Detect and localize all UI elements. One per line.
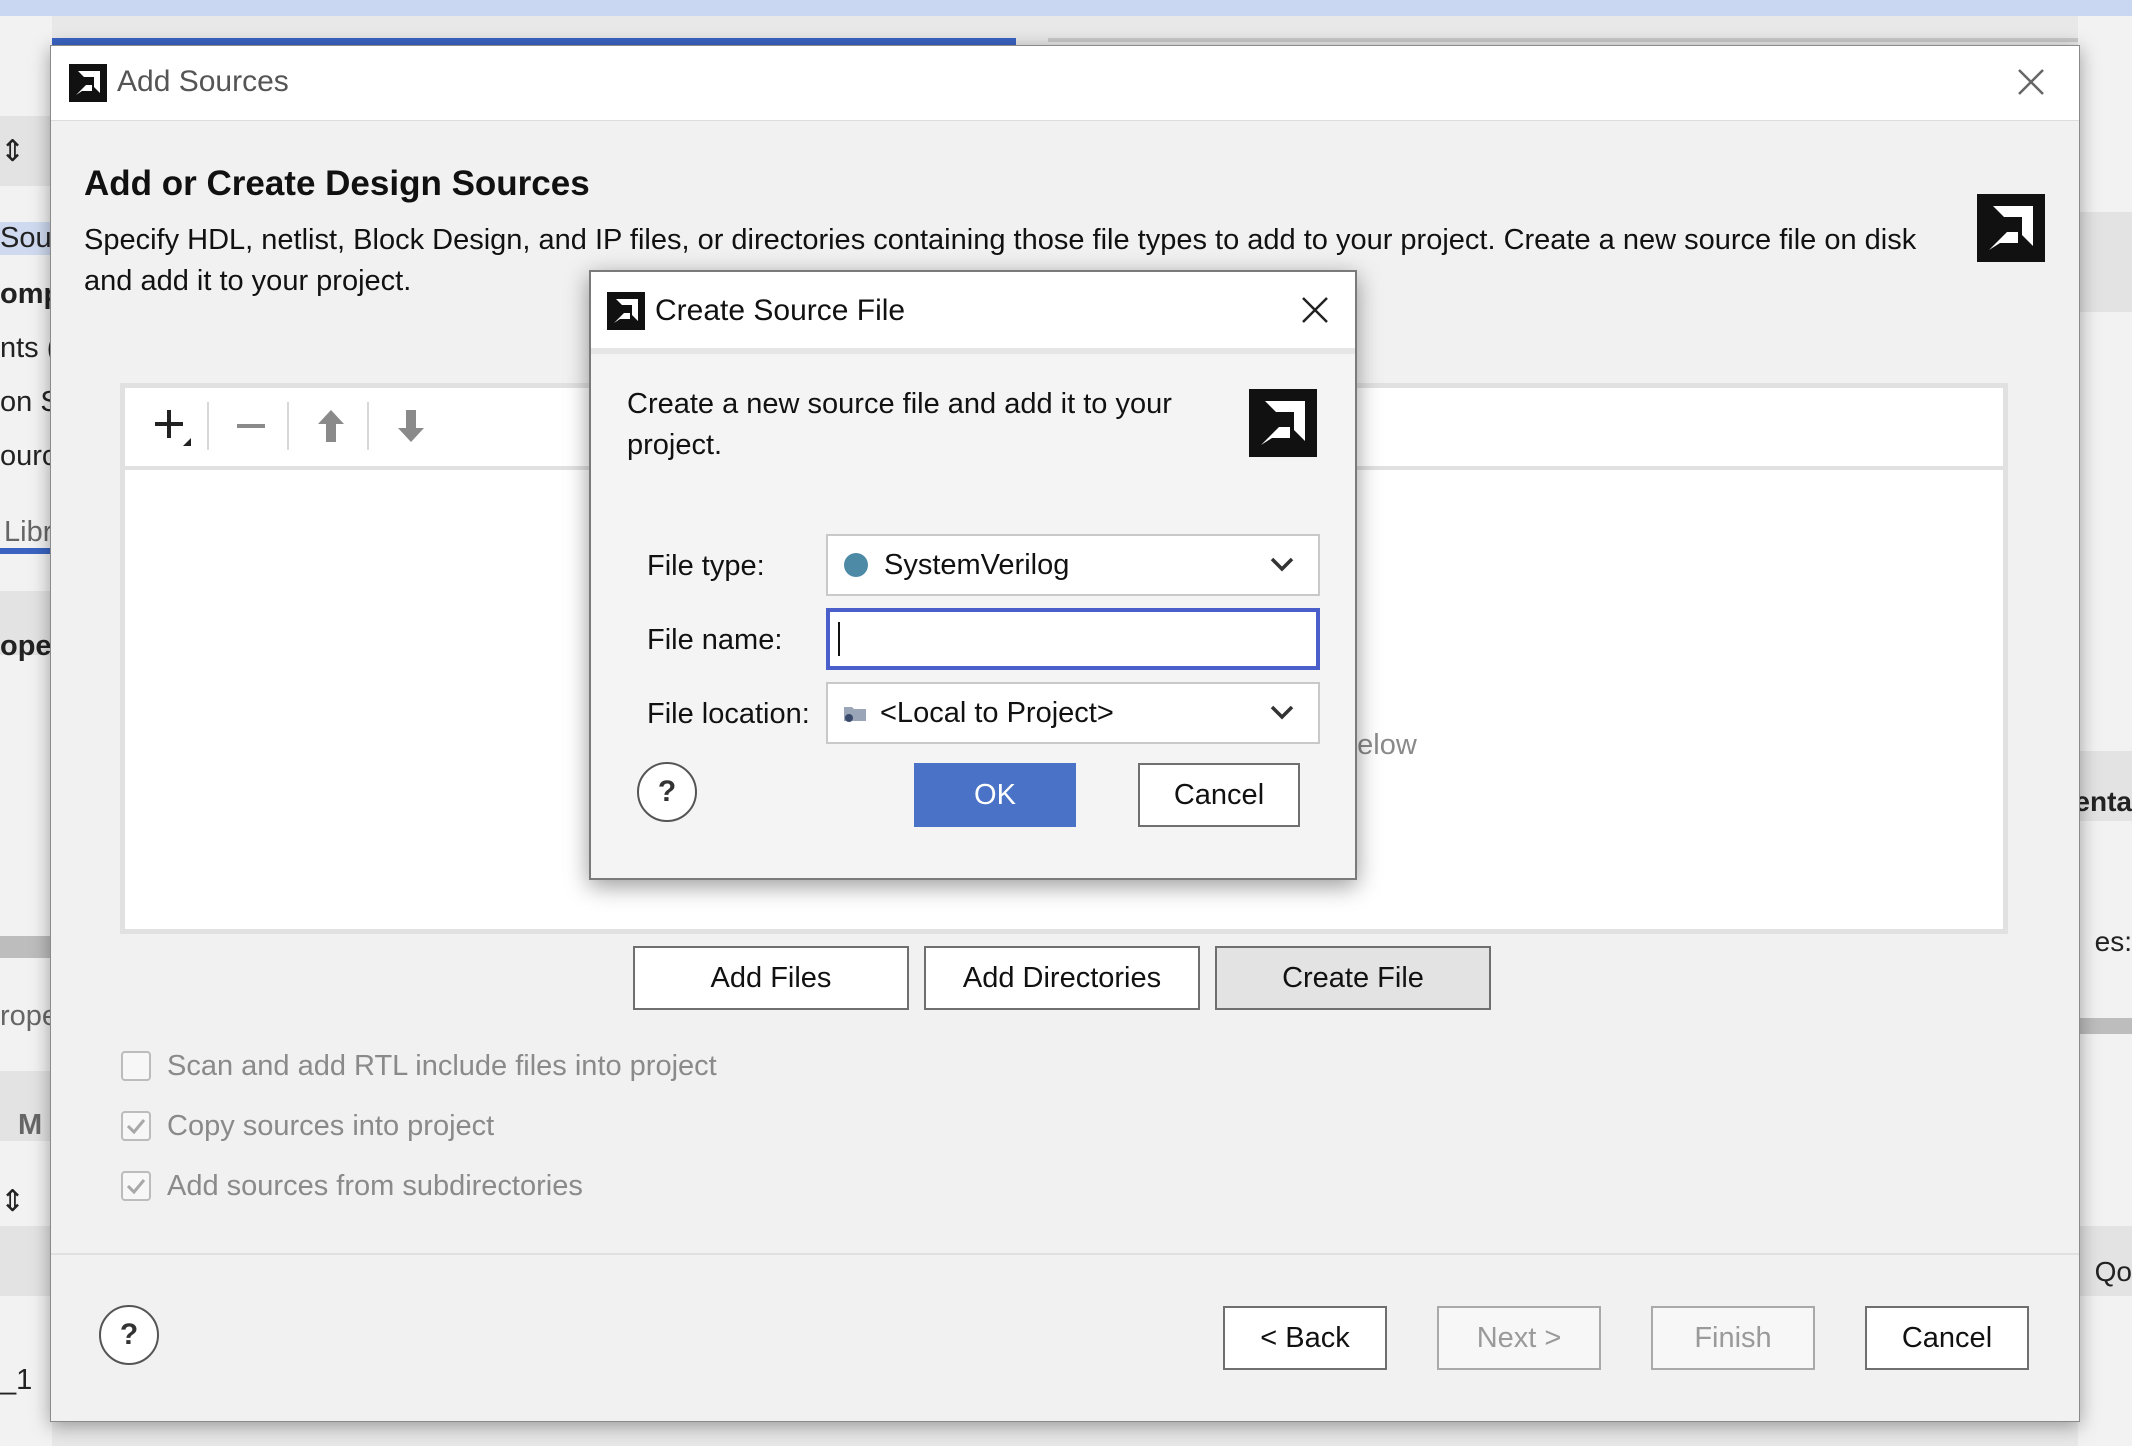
modal-description: Create a new source file and add it to y… [627, 388, 1172, 461]
file-name-label: File name: [647, 624, 783, 656]
close-button[interactable] [2009, 60, 2053, 104]
checkmark-icon [126, 1119, 146, 1135]
toolbar-divider [367, 402, 369, 450]
add-files-button[interactable]: Add Files [633, 946, 909, 1010]
bg-text: _1 [0, 1364, 33, 1396]
bg-text: omp [0, 278, 52, 310]
option-label: Add sources from subdirectories [167, 1169, 583, 1202]
add-directories-button[interactable]: Add Directories [924, 946, 1200, 1010]
systemverilog-icon [844, 553, 868, 577]
bg-collapse-icon: ⇕ [0, 135, 26, 168]
move-down-button[interactable] [381, 400, 441, 452]
file-type-select[interactable]: SystemVerilog [826, 534, 1320, 596]
chevron-down-icon [1270, 557, 1294, 572]
bg-tab-libraries[interactable]: Libr [4, 516, 52, 549]
checkmark-icon [126, 1179, 146, 1195]
cancel-button[interactable]: Cancel [1865, 1306, 2029, 1370]
footer-divider [51, 1253, 2079, 1255]
help-button[interactable]: ? [99, 1305, 159, 1365]
bg-scrollbar[interactable] [0, 936, 52, 958]
bg-text: Qo [2094, 1256, 2132, 1287]
file-location-value: <Local to Project> [880, 696, 1114, 729]
app-progress-track [1048, 38, 2078, 42]
bg-text: M [18, 1109, 43, 1141]
brand-logo-icon [1249, 389, 1317, 457]
close-icon [2018, 69, 2044, 95]
arrow-down-icon [398, 410, 424, 442]
bg-text: nts ( [0, 332, 52, 364]
bg-properties-header: oper [0, 630, 52, 662]
file-location-select[interactable]: <Local to Project> [826, 682, 1320, 744]
toolbar-divider [207, 402, 209, 450]
option-label: Copy sources into project [167, 1109, 495, 1142]
move-up-button[interactable] [301, 400, 361, 452]
bg-header [0, 1226, 52, 1296]
background-right-panel: enta es: Qo [2078, 16, 2132, 1446]
text-cursor [838, 622, 840, 656]
dialog-titlebar[interactable]: Add Sources [51, 46, 2079, 121]
option-label: Scan and add RTL include files into proj… [167, 1049, 717, 1082]
modal-close-button[interactable] [1293, 288, 1337, 332]
next-button[interactable]: Next > [1437, 1306, 1601, 1370]
bg-scrollbar[interactable] [2078, 1018, 2132, 1034]
bg-text: enta [2078, 786, 2132, 817]
brand-logo-icon [1977, 194, 2045, 262]
file-location-label: File location: [647, 698, 810, 730]
bg-text: es: [2094, 926, 2132, 957]
create-source-file-dialog: Create Source File Create a new source f… [589, 270, 1357, 880]
chevron-down-icon [1270, 705, 1294, 720]
app-top-strip [0, 0, 2132, 16]
add-source-button[interactable] [141, 400, 201, 452]
create-file-button[interactable]: Create File [1215, 946, 1491, 1010]
plus-icon [155, 410, 191, 446]
option-scan-rtl[interactable]: Scan and add RTL include files into proj… [121, 1046, 717, 1086]
option-copy-sources[interactable]: Copy sources into project [121, 1106, 494, 1146]
option-add-subdirectories[interactable]: Add sources from subdirectories [121, 1166, 583, 1206]
bg-text: on S [0, 386, 52, 418]
app-progress-bar [0, 38, 1016, 45]
bg-text: ourc [0, 440, 52, 472]
app-logo-icon [607, 292, 645, 330]
toolbar-divider [287, 402, 289, 450]
file-type-value: SystemVerilog [884, 548, 1070, 581]
modal-title: Create Source File [655, 294, 906, 327]
modal-help-button[interactable]: ? [637, 762, 697, 822]
minus-icon [237, 424, 265, 428]
back-button[interactable]: < Back [1223, 1306, 1387, 1370]
modal-cancel-button[interactable]: Cancel [1138, 763, 1300, 827]
ok-button[interactable]: OK [914, 763, 1076, 827]
bg-text: rope [0, 1000, 52, 1032]
folder-icon [844, 707, 866, 722]
remove-source-button[interactable] [221, 400, 281, 452]
app-logo-icon [69, 64, 107, 102]
background-left-panel: ⇕ Sour omp nts ( on S ourc Libr oper rop… [0, 16, 52, 1446]
checkbox[interactable] [121, 1111, 151, 1141]
file-type-label: File type: [647, 550, 765, 582]
page-heading: Add or Create Design Sources [84, 164, 590, 203]
checkbox[interactable] [121, 1171, 151, 1201]
bg-header [2078, 212, 2132, 312]
checkbox[interactable] [121, 1051, 151, 1081]
file-name-input[interactable] [826, 608, 1320, 670]
bg-tab-sources[interactable]: Sour [0, 222, 52, 255]
modal-titlebar[interactable]: Create Source File [591, 272, 1355, 354]
close-icon [1302, 297, 1328, 323]
bg-collapse-icon: ⇕ [0, 1185, 26, 1218]
bg-tab-underline [0, 548, 52, 554]
dialog-title: Add Sources [117, 65, 289, 98]
finish-button[interactable]: Finish [1651, 1306, 1815, 1370]
arrow-up-icon [318, 410, 344, 442]
